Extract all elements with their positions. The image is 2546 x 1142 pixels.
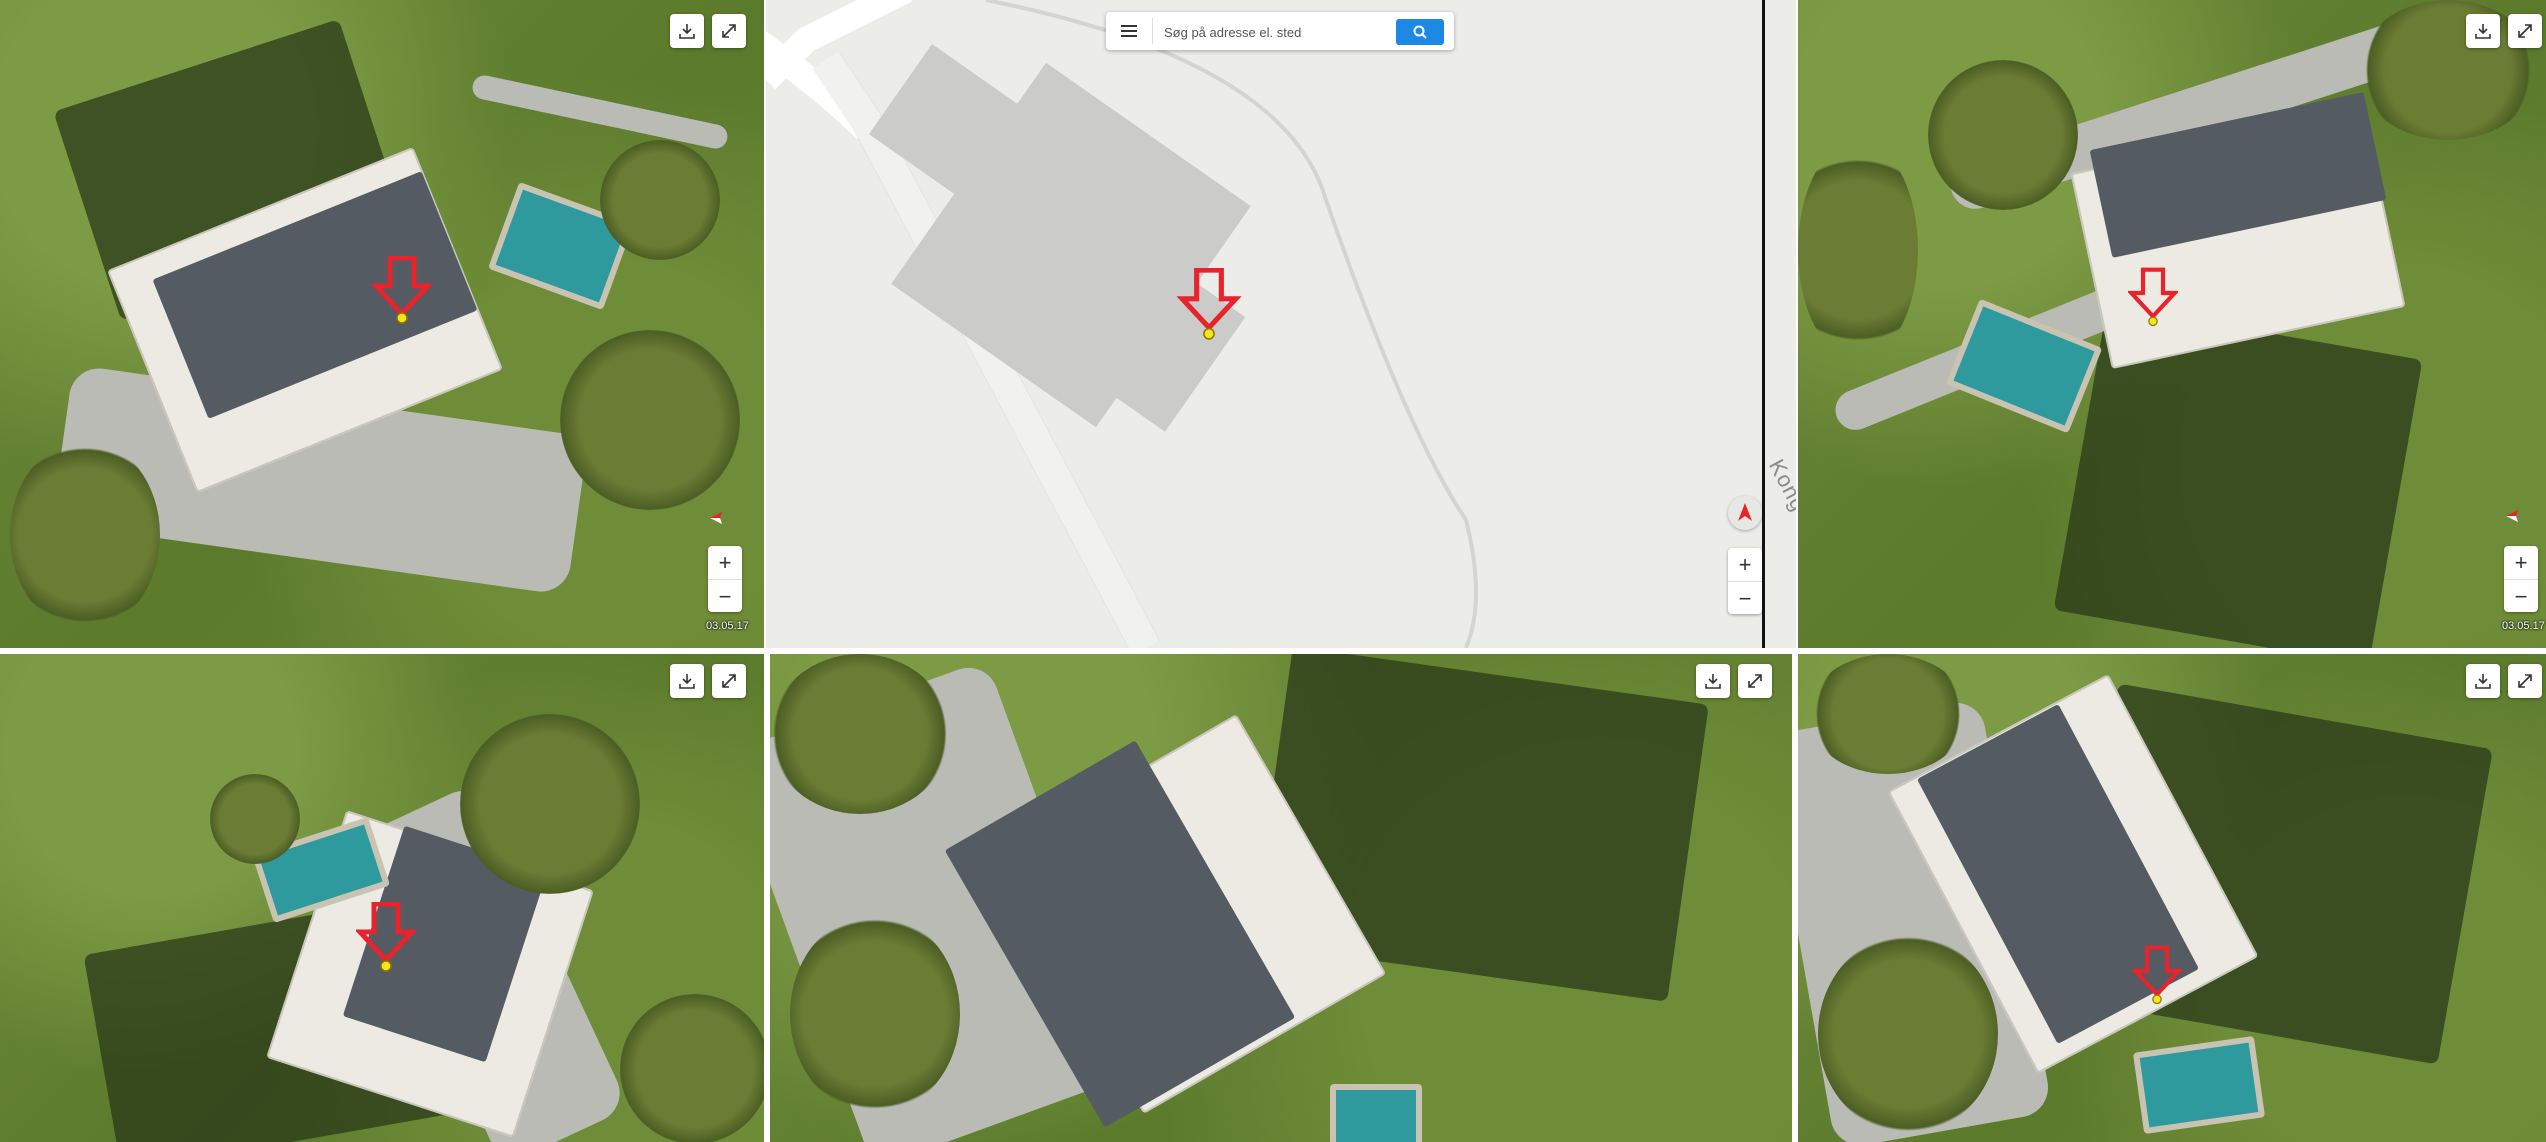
download-icon — [2475, 24, 2491, 39]
zoom-out-button[interactable]: − — [2504, 579, 2538, 613]
search-input[interactable] — [1162, 20, 1386, 44]
compass-icon[interactable] — [710, 512, 732, 524]
zoom-in-button[interactable]: + — [2504, 546, 2538, 579]
trees — [1818, 934, 1998, 1134]
download-icon — [2475, 674, 2491, 689]
trees — [210, 774, 300, 864]
expand-icon — [2518, 674, 2532, 688]
download-button[interactable] — [1696, 664, 1730, 698]
aerial-view-top-left[interactable]: + − 03.05.17 — [0, 0, 764, 648]
trees — [460, 714, 640, 894]
map-zoom-control[interactable]: + − — [1728, 548, 1762, 614]
divider — [1152, 18, 1153, 44]
map-view[interactable]: Kongevejen + − — [766, 0, 1796, 648]
map-zoom-in-button[interactable]: + — [1728, 548, 1762, 581]
trees — [600, 140, 720, 260]
aerial-view-top-right[interactable]: + − 03.05.17 — [1798, 0, 2546, 648]
expand-icon — [722, 674, 736, 688]
expand-icon — [2518, 24, 2532, 38]
zoom-in-button[interactable]: + — [708, 546, 742, 579]
download-button[interactable] — [2466, 664, 2500, 698]
location-marker — [356, 902, 416, 972]
north-arrow-icon — [1738, 503, 1752, 521]
map-zoom-out-button[interactable]: − — [1728, 581, 1762, 615]
menu-icon[interactable] — [1116, 20, 1142, 42]
trees — [560, 330, 740, 510]
capture-date: 03.05.17 — [706, 620, 749, 632]
fullscreen-button[interactable] — [2508, 14, 2542, 48]
trees — [10, 440, 160, 630]
swimming-pool — [1330, 1084, 1422, 1142]
trees — [1808, 654, 1968, 774]
zoom-control[interactable]: + − — [2504, 546, 2538, 612]
trees — [790, 914, 960, 1114]
location-marker — [1176, 268, 1242, 340]
pane-divider[interactable] — [1762, 0, 1765, 648]
search-bar — [1106, 12, 1454, 50]
capture-date: 03.05.17 — [2502, 620, 2545, 632]
zoom-out-button[interactable]: − — [708, 579, 742, 613]
trees — [770, 654, 950, 814]
aerial-view-bottom-center[interactable] — [770, 654, 1792, 1142]
aerial-view-bottom-right[interactable] — [1798, 654, 2546, 1142]
fullscreen-button[interactable] — [2508, 664, 2542, 698]
aerial-view-bottom-left[interactable] — [0, 654, 764, 1142]
expand-icon — [722, 24, 736, 38]
expand-icon — [1748, 674, 1762, 688]
trees — [620, 994, 764, 1142]
zoom-control[interactable]: + − — [708, 546, 742, 612]
compass-icon[interactable] — [2506, 510, 2528, 522]
search-button[interactable] — [1396, 19, 1444, 45]
location-marker — [2132, 945, 2182, 1005]
location-marker — [372, 256, 432, 324]
trees — [1928, 60, 2078, 210]
download-button[interactable] — [670, 14, 704, 48]
trees — [1798, 140, 1918, 360]
location-marker — [2128, 267, 2178, 327]
download-button[interactable] — [2466, 14, 2500, 48]
fullscreen-button[interactable] — [712, 664, 746, 698]
download-icon — [1705, 674, 1721, 689]
download-icon — [679, 24, 695, 39]
fullscreen-button[interactable] — [1738, 664, 1772, 698]
download-icon — [679, 674, 695, 689]
map-compass[interactable] — [1728, 496, 1762, 530]
search-icon — [1413, 25, 1427, 39]
fullscreen-button[interactable] — [712, 14, 746, 48]
swimming-pool — [2132, 1035, 2266, 1135]
download-button[interactable] — [670, 664, 704, 698]
